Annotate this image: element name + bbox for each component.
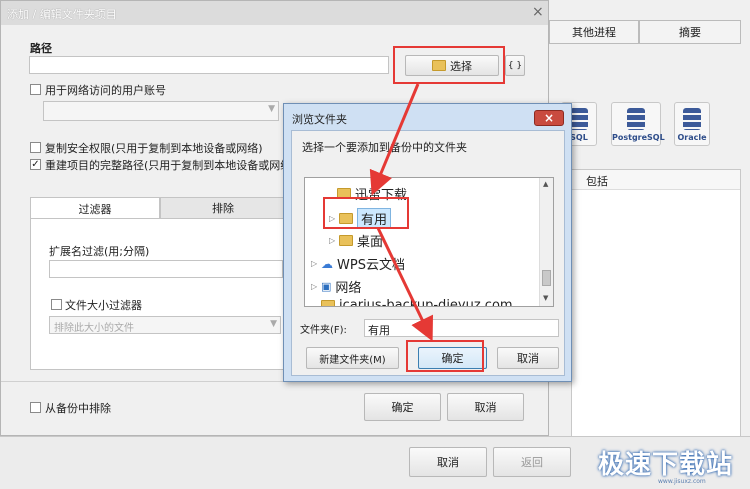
watermark-url: www.jisuxz.com (658, 478, 706, 485)
annotation-arrows (369, 83, 434, 342)
arrow-to-ok-button (376, 227, 434, 342)
watermark-text: 极速下载站 (598, 450, 734, 480)
watermark-logo: 极速下载站 www.jisuxz.com (598, 444, 748, 486)
arrow-to-tree-item (369, 83, 420, 196)
